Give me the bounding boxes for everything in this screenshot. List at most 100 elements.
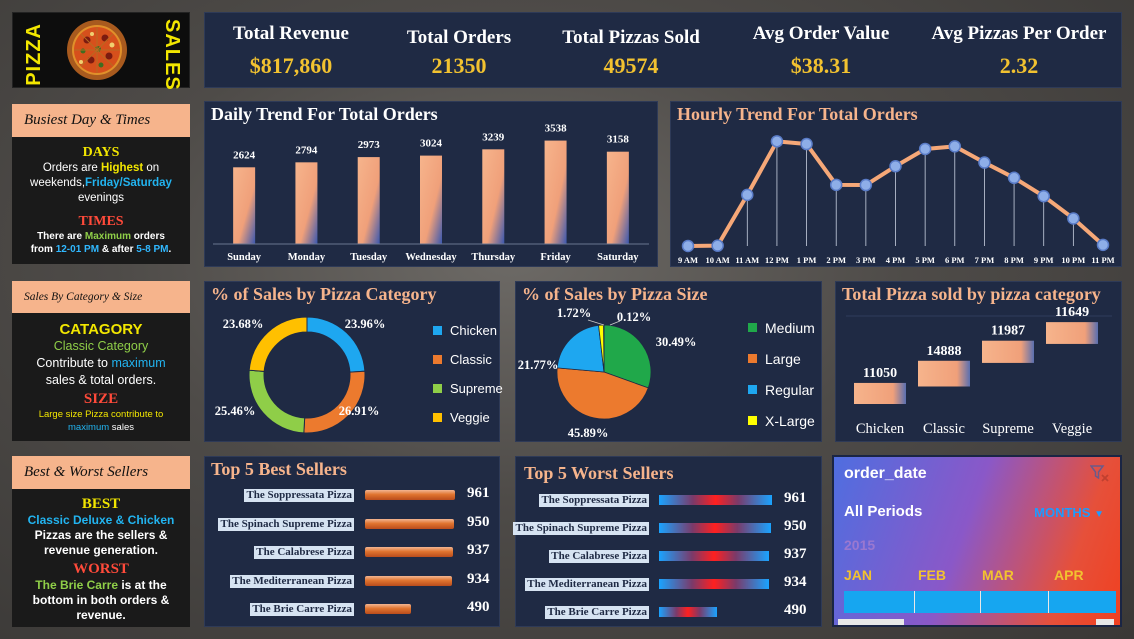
seller-bar <box>365 604 411 614</box>
category-text-3: sales & total orders. <box>45 373 157 387</box>
sold-tick-label: Supreme <box>982 421 1034 437</box>
hourly-point <box>741 188 754 202</box>
daily-bar <box>482 149 505 244</box>
daily-bar <box>233 167 256 244</box>
slicer-scroll-handle-right[interactable] <box>1096 619 1114 625</box>
worst-text-1: The Brie Carre is at the <box>35 578 167 592</box>
kpi-value: $817,860 <box>249 53 333 78</box>
slicer-month-apr[interactable]: APR <box>1054 567 1084 583</box>
hourly-point <box>1037 189 1050 203</box>
best-heading: BEST <box>81 496 121 512</box>
sold-tick-label: Veggie <box>1052 421 1092 437</box>
logo-left-text: PIZZA <box>23 23 45 86</box>
category-heading: CATAGORY <box>59 321 143 338</box>
logo-card: PIZZA SALES <box>12 12 190 91</box>
note-sellers-header: Best & Worst Sellers <box>12 456 190 489</box>
kpi-value: 49574 <box>603 53 659 78</box>
size-slice-label: 21.77% <box>518 358 559 372</box>
best-sellers-panel: Top 5 Best Sellers The Soppressata Pizza… <box>204 456 500 627</box>
logo-right-text: SALES <box>161 19 183 91</box>
seller-bar <box>365 490 455 500</box>
kpi-total-orders: Total Orders 21350 <box>395 23 523 79</box>
daily-data-label: 3158 <box>607 134 630 146</box>
seller-name-label: The Mediterranean Pizza <box>525 578 649 591</box>
hourly-point <box>711 239 724 252</box>
hourly-tick-label: 6 PM <box>945 255 965 265</box>
order-date-slicer[interactable]: order_date All Periods MONTHS ▼ 2015 JAN… <box>832 455 1122 627</box>
times-heading: TIMES <box>78 214 124 229</box>
slicer-level-dropdown[interactable]: MONTHS ▼ <box>1034 505 1104 520</box>
sold-by-category-panel: Total Pizza sold by pizza category 11050… <box>835 281 1122 442</box>
kpi-total-revenue: Total Revenue $817,860 <box>227 23 355 79</box>
note-busiest-header: Busiest Day & Times <box>12 104 190 137</box>
daily-tick-label: Monday <box>288 252 326 263</box>
hourly-point <box>918 142 932 156</box>
hourly-tick-label: 5 PM <box>915 255 935 265</box>
kpi-label: Avg Pizzas Per Order <box>931 23 1107 44</box>
daily-tick-label: Sunday <box>227 252 262 263</box>
seller-name-label: The Brie Carre Pizza <box>545 606 649 619</box>
category-slice-label: 23.96% <box>345 317 386 331</box>
slicer-timeline-bar[interactable] <box>844 591 1116 613</box>
category-slice-label: 26.91% <box>339 404 380 418</box>
slicer-all-periods[interactable]: All Periods <box>844 503 922 520</box>
daily-tick-label: Tuesday <box>350 252 388 263</box>
daily-data-label: 2973 <box>358 139 381 151</box>
seller-name-label: The Brie Carre Pizza <box>250 603 354 616</box>
slicer-month-mar[interactable]: MAR <box>982 567 1014 583</box>
daily-trend-panel: Daily Trend For Total Orders 2624 Sunday 2… <box>204 101 658 267</box>
sold-block <box>918 360 970 387</box>
daily-data-label: 3024 <box>420 138 443 150</box>
sold-data-label: 11649 <box>1055 305 1089 320</box>
hourly-tick-label: 2 PM <box>826 255 846 265</box>
daily-bar <box>357 157 380 244</box>
daily-trend-chart: 2624 Sunday 2794 Monday 2973 Tuesday 3024 Wedne… <box>213 123 649 263</box>
seller-name-label: The Calabrese Pizza <box>254 546 354 559</box>
size-leader-line <box>587 319 605 326</box>
sold-data-label: 14888 <box>927 344 962 359</box>
daily-data-label: 2794 <box>295 144 318 156</box>
best-text-1: Classic Deluxe & Chicken <box>27 513 175 527</box>
legend-item: Regular <box>748 374 815 405</box>
slicer-month-jan[interactable]: JAN <box>844 567 872 583</box>
kpi-label: Total Revenue <box>233 23 349 44</box>
size-pie-panel: % of Sales by Pizza Size 30.49% 45.89% 21.… <box>515 281 822 442</box>
kpi-value: 2.32 <box>999 53 1039 78</box>
seller-value: 950 <box>467 513 490 530</box>
days-text: Orders are Highest on weekends,Friday/Sa… <box>30 162 172 204</box>
seller-value: 490 <box>467 599 490 615</box>
worst-text-3: revenue. <box>76 608 126 622</box>
best-text-2: Pizzas are the sellers & <box>34 528 168 542</box>
hourly-tick-label: 8 PM <box>1004 255 1024 265</box>
kpi-strip: Total Revenue $817,860 Total Orders 2135… <box>204 12 1122 88</box>
filter-clear-icon[interactable] <box>1090 465 1110 483</box>
hourly-trend-chart: 9 AM 10 AM 11 AM 12 PM 1 PM 2 PM 3 PM 4 PM 5 PM 6… <box>678 135 1115 265</box>
hourly-tick-label: 9 PM <box>1034 255 1054 265</box>
hourly-tick-label: 3 PM <box>856 255 876 265</box>
legend-item: Supreme <box>433 374 503 403</box>
slicer-month-feb[interactable]: FEB <box>918 567 946 583</box>
seller-bar <box>659 495 772 505</box>
hourly-tick-label: 4 PM <box>886 255 906 265</box>
size-slice-label: 30.49% <box>656 335 697 349</box>
kpi-label: Total Pizzas Sold <box>562 27 700 48</box>
best-sellers-title: Top 5 Best Sellers <box>211 459 347 479</box>
size-slice <box>556 324 605 373</box>
chevron-down-icon: ▼ <box>1094 509 1104 520</box>
sold-block <box>982 340 1034 363</box>
daily-data-label: 3239 <box>482 131 505 143</box>
seller-bar <box>365 547 453 557</box>
note-sellers-body: BEST Classic Deluxe & Chicken Pizzas are… <box>12 489 190 627</box>
daily-bar <box>606 151 629 244</box>
sold-block <box>854 382 906 404</box>
slicer-scroll-handle-left[interactable] <box>838 619 904 625</box>
hourly-tick-label: 1 PM <box>797 255 817 265</box>
note-category-header: Sales By Category & Size <box>12 281 190 313</box>
hourly-point <box>1067 212 1080 225</box>
note-busiest-body: DAYS Orders are Highest on weekends,Frid… <box>12 137 190 264</box>
size-text-1: Large size Pizza contribute to <box>38 409 164 420</box>
seller-value: 934 <box>784 574 807 590</box>
hourly-point <box>800 137 813 151</box>
sold-tick-label: Classic <box>923 421 965 437</box>
legend-item: X-Large <box>748 405 815 436</box>
